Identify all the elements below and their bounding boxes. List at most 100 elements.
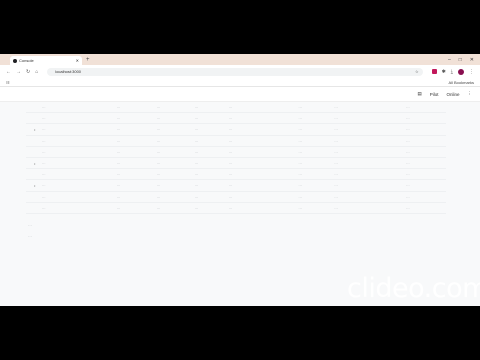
table-cell: … [116,105,121,110]
row-marker: • [34,182,36,188]
table-cell: … [334,116,338,121]
table-cell: … [228,205,233,210]
table-row[interactable]: …………………… [26,203,446,214]
table-cell: … [406,161,410,166]
back-icon[interactable]: ← [6,69,11,75]
table-cell: … [406,149,410,154]
table-cell: … [194,138,199,143]
extensions-puzzle-icon[interactable]: ✱ [442,69,446,75]
maximize-button[interactable]: □ [459,57,462,63]
table-cell: … [228,138,233,143]
table-cell: … [42,183,46,188]
table-row[interactable]: …………………… [26,169,446,181]
table-cell: … [156,161,161,166]
table-cell: … [116,149,121,154]
tab-title: Console [19,58,34,63]
table-cell: … [334,194,338,199]
new-tab-button[interactable]: + [86,57,90,63]
table-cell: … [298,149,302,154]
table-cell: … [116,194,121,199]
table-cell: … [228,149,233,154]
app-menu-icon[interactable]: ⋮ [468,91,473,97]
table-cell: … [116,138,121,143]
table-row[interactable]: •…………………… [26,158,446,170]
extensions-area: ✱ ⤓ ⋮ [431,68,474,75]
bookmarks-bar: ☷ All Bookmarks [0,78,480,87]
table-row[interactable]: • … … … … … … … … [26,180,446,192]
table-cell: … [298,138,302,143]
table-cell: … [228,116,233,121]
footer-line-1: … [28,221,32,227]
table-cell: … [406,183,410,188]
forward-icon[interactable]: → [16,69,21,75]
footer-link[interactable]: … [28,233,480,238]
table-cell: … [298,172,302,177]
table-cell: … [42,138,46,143]
bookmark-star-icon[interactable]: ☆ [415,69,419,74]
table-cell: … [194,183,199,188]
table-cell: … [42,105,46,110]
favicon-icon [13,58,17,63]
close-window-button[interactable]: ✕ [470,57,474,63]
table-cell: … [406,116,410,121]
table-cell: … [228,183,233,188]
table-cell: … [334,105,338,110]
table-cell: … [194,116,199,121]
table-cell: … [298,116,302,121]
table-cell: … [116,116,121,121]
table-cell: … [116,172,121,177]
table-cell: … [406,172,410,177]
table-cell: … [156,205,161,210]
browser-menu-icon[interactable]: ⋮ [469,69,474,75]
table-row[interactable]: …………………… [26,102,446,114]
table-row[interactable]: …………………… [26,113,446,125]
all-bookmarks-link[interactable]: All Bookmarks [448,80,474,85]
table-cell: … [334,183,338,188]
address-bar[interactable]: localhost:3000 ☆ [47,67,423,76]
table-cell: … [156,149,161,154]
table-cell: … [298,205,302,210]
table-row[interactable]: …………………… [26,192,446,203]
table-cell: … [194,161,199,166]
url-text: localhost:3000 [55,69,82,74]
table-cell: … [156,116,161,121]
grid-icon[interactable]: ☷ [6,80,10,85]
table-cell: … [298,183,302,188]
header-text: Pilot [429,91,439,97]
main-content: ………………………………………… •……………………………………………………………… [0,102,480,238]
tab-strip: Console ✕ + – □ ✕ [0,54,480,65]
table-cell: … [334,138,338,143]
reload-icon[interactable]: ↻ [26,69,30,75]
row-marker: • [34,126,36,132]
table-row[interactable]: •…………………… [26,124,446,136]
chart-icon[interactable]: ▤ [417,91,421,97]
table-cell: … [406,138,410,143]
table-cell: … [116,205,121,210]
browser-window: Console ✕ + – □ ✕ ← → ↻ ⌂ localhost:3000… [0,54,480,306]
table-row[interactable]: … … … … … … … … [26,136,446,147]
profile-avatar[interactable] [458,68,464,75]
minimize-button[interactable]: – [448,57,451,63]
browser-tab[interactable]: Console ✕ [10,56,82,65]
table-cell: … [156,127,161,132]
table-cell: … [194,105,199,110]
extension-icon[interactable] [431,69,437,74]
table-cell: … [194,194,199,199]
row-marker: • [34,160,36,166]
table-cell: … [156,105,161,110]
table-cell: … [334,161,338,166]
table-cell: … [156,183,161,188]
table-cell: … [334,172,338,177]
table-cell: … [156,138,161,143]
download-icon[interactable]: ⤓ [451,69,453,75]
tab-close-icon[interactable]: ✕ [76,58,79,63]
table-cell: … [116,183,121,188]
table-cell: … [406,205,410,210]
table-cell: … [228,172,233,177]
table-cell: … [228,105,233,110]
table-cell: … [406,105,410,110]
table-cell: … [156,194,161,199]
table-row[interactable]: …………………… [26,147,446,158]
table-cell: … [298,127,302,132]
home-icon[interactable]: ⌂ [35,69,38,75]
